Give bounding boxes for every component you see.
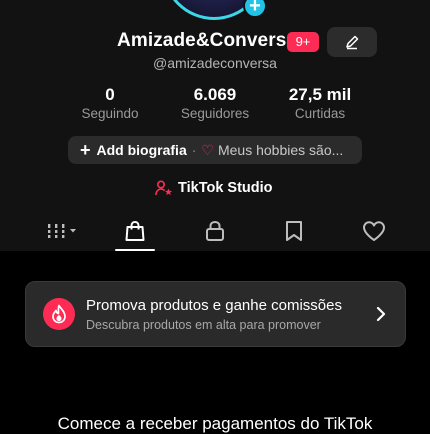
add-bio-label: Add biografia <box>96 142 187 158</box>
promote-products-card[interactable]: Promova produtos e ganhe comissões Descu… <box>25 281 406 347</box>
stat-following[interactable]: 0 Seguindo <box>60 85 160 121</box>
profile-stats: 0 Seguindo 6.069 Seguidores 27,5 mil Cur… <box>0 85 430 125</box>
tab-private[interactable] <box>195 212 235 250</box>
payments-heading: Comece a receber pagamentos do TikTok <box>57 414 373 433</box>
hobbies-prompt: Meus hobbies são... <box>217 142 344 158</box>
grid-icon <box>46 224 76 238</box>
edit-profile-button[interactable] <box>327 27 377 57</box>
tiktok-studio-link[interactable]: TikTok Studio <box>155 178 273 198</box>
stat-value: 27,5 mil <box>288 85 352 104</box>
profile-name-row: Amizade&Conversa 9+ <box>0 27 430 57</box>
shopping-bag-icon <box>125 220 145 241</box>
flame-icon <box>43 298 75 330</box>
heart-icon <box>363 221 385 241</box>
tab-videos[interactable] <box>42 212 82 250</box>
stat-followers[interactable]: 6.069 Seguidores <box>165 85 265 121</box>
add-bio-button[interactable]: + Add biografia · ♡ Meus hobbies são... <box>68 136 362 164</box>
notification-badge[interactable]: 9+ <box>287 32 319 52</box>
stat-likes[interactable]: 27,5 mil Curtidas <box>270 85 370 121</box>
profile-handle: @amizadeconversa <box>153 55 277 71</box>
lock-icon <box>206 220 224 241</box>
studio-label: TikTok Studio <box>178 180 273 196</box>
stat-label: Curtidas <box>294 106 346 121</box>
bio-separator: · <box>191 142 197 158</box>
tab-saved[interactable] <box>274 212 314 250</box>
stat-value: 6.069 <box>193 85 237 104</box>
bookmark-icon <box>286 221 302 241</box>
promo-title: Promova produtos e ganhe comissões <box>86 297 342 314</box>
active-tab-indicator <box>115 249 155 251</box>
pencil-icon <box>346 35 359 50</box>
person-star-icon <box>155 180 172 196</box>
profile-tabs <box>0 212 430 251</box>
stat-label: Seguidores <box>180 106 250 121</box>
tab-liked[interactable] <box>354 212 394 250</box>
plus-icon: + <box>80 140 91 160</box>
tab-shop[interactable] <box>115 212 155 250</box>
plus-icon: + <box>249 0 261 17</box>
heart-icon: ♡ <box>201 141 214 158</box>
stat-label: Seguindo <box>81 106 139 121</box>
profile-display-name: Amizade&Conversa <box>117 30 298 51</box>
stat-value: 0 <box>105 85 115 104</box>
chevron-right-icon <box>376 306 386 322</box>
promo-subtitle: Descubra produtos em alta para promover <box>86 318 321 332</box>
